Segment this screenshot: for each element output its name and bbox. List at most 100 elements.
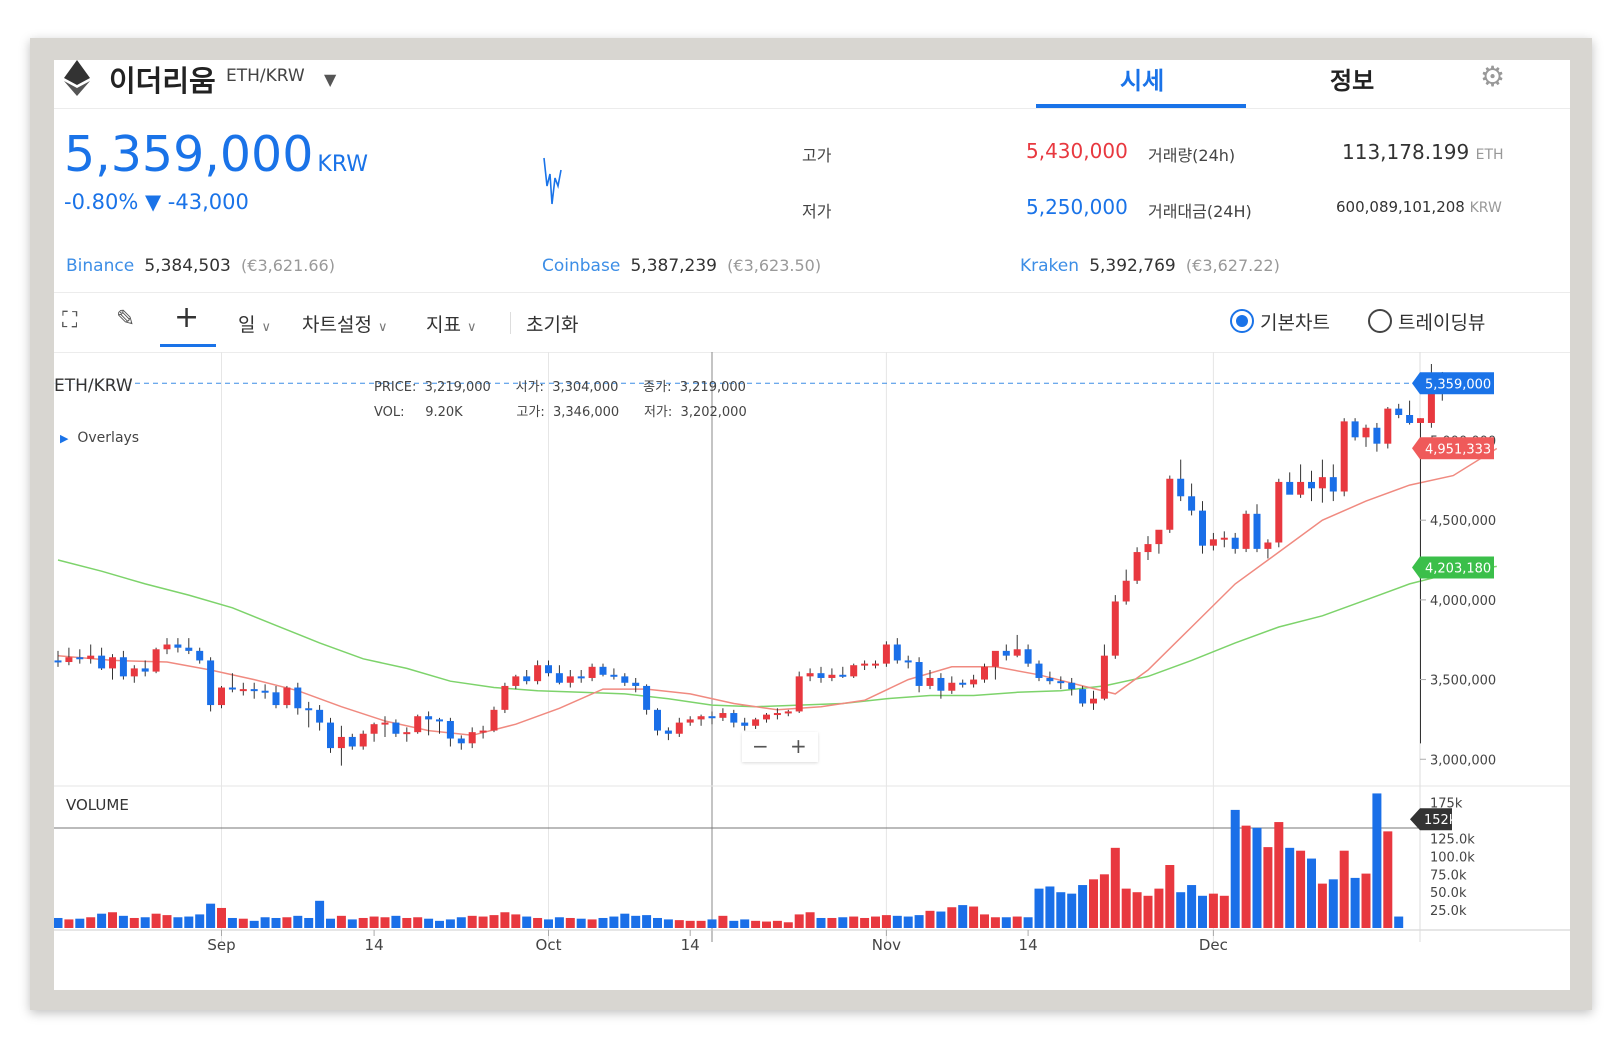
volume-bar: [544, 919, 553, 928]
candle-body: [272, 692, 280, 706]
candle-body: [425, 716, 433, 720]
volume-bar: [118, 915, 128, 928]
volume-bar: [511, 914, 521, 928]
zoom-out-button[interactable]: −: [752, 734, 769, 758]
reset-button[interactable]: 초기화: [526, 310, 578, 337]
candle-body: [1133, 552, 1141, 581]
volume-bar: [1296, 850, 1306, 928]
exchange-binance: Binance 5,384,503 (€3,621.66): [66, 256, 335, 276]
volume-bar: [576, 918, 586, 928]
fullscreen-icon[interactable]: ⛶: [62, 308, 77, 333]
volume-bar: [108, 912, 117, 928]
volume-bar: [1165, 865, 1175, 928]
volume-bar: [173, 917, 183, 928]
candle-body: [959, 682, 967, 685]
volume-bar: [707, 919, 717, 928]
volume-bar: [1350, 877, 1360, 928]
basic-chart-radio[interactable]: 기본차트: [1230, 308, 1330, 335]
volume-tick-label: 25.0k: [1430, 904, 1467, 919]
tradingview-radio[interactable]: 트레이딩뷰: [1368, 308, 1485, 335]
candle-body: [784, 711, 792, 714]
volume-bar: [64, 919, 74, 928]
candle-body: [196, 650, 204, 661]
volume-bar: [86, 917, 96, 928]
candle-body: [327, 722, 334, 749]
crosshair-icon[interactable]: +: [174, 300, 199, 335]
tab-info[interactable]: 정보: [1330, 61, 1374, 96]
volume-bar: [565, 917, 575, 928]
volume-bar: [358, 917, 368, 928]
radio-selected-icon: [1230, 309, 1254, 333]
chevron-down-icon[interactable]: ▼: [324, 70, 336, 89]
candle-body: [872, 663, 879, 666]
candle-body: [555, 673, 563, 683]
volume-bar: [871, 916, 880, 928]
zoom-in-button[interactable]: +: [790, 734, 807, 758]
volume-bar: [336, 915, 346, 928]
candle-body: [926, 677, 934, 686]
volume-bar: [696, 920, 706, 928]
ticker-card: 이더리움 ETH/KRW ▼ 시세 정보 ⚙ 5,359,000 KRW -0.8…: [54, 60, 1570, 990]
candle-body: [370, 724, 378, 734]
x-tick-label: 14: [681, 936, 700, 954]
candle-body: [1417, 418, 1424, 423]
y-tick-label: 4,000,000: [1430, 594, 1496, 609]
crosshair-active-underline: [160, 344, 216, 347]
candle-body: [697, 716, 705, 720]
header-divider: [54, 108, 1570, 109]
volume-badge-label: 152k: [1424, 813, 1457, 828]
candle-body: [675, 722, 683, 734]
volume-bar: [1285, 847, 1295, 928]
candle-body: [719, 713, 727, 718]
indicators-menu[interactable]: 지표 ∨: [426, 310, 477, 337]
candle-body: [1275, 481, 1283, 543]
volume-bar: [238, 918, 248, 928]
candle-body: [839, 674, 847, 677]
candle-body: [752, 719, 760, 726]
candle-body: [1199, 510, 1206, 546]
candle-body: [806, 673, 814, 677]
volume-bar: [980, 914, 989, 928]
volume-title: VOLUME: [66, 796, 129, 814]
volume-bar: [271, 917, 281, 928]
volume-bar: [500, 912, 510, 928]
volume-bar: [391, 915, 401, 928]
candle-body: [1340, 421, 1348, 492]
candle-body: [152, 649, 160, 672]
chart-settings-menu[interactable]: 차트설정 ∨: [302, 310, 387, 337]
candle-body: [316, 709, 324, 723]
candle-body: [1144, 544, 1152, 553]
volume-bar: [260, 917, 270, 928]
volume-bar: [631, 915, 641, 928]
interval-select[interactable]: 일 ∨: [238, 310, 271, 337]
volume-bar: [653, 917, 662, 928]
volume-bar: [54, 917, 63, 928]
candle-body: [512, 676, 520, 686]
volume-bar: [598, 917, 608, 928]
volume-bar: [1132, 892, 1142, 928]
price-chart[interactable]: 3,000,0003,500,0004,000,0004,500,0005,00…: [54, 352, 1570, 990]
candle-body: [119, 657, 127, 677]
candle-body: [174, 644, 182, 648]
volume-bar: [1361, 873, 1371, 928]
volume-bar: [751, 920, 761, 928]
volume-bar: [685, 920, 695, 928]
candle-body: [1264, 542, 1272, 549]
candle-body: [403, 732, 411, 735]
tab-price[interactable]: 시세: [1120, 61, 1164, 96]
volume-bar: [1252, 827, 1262, 928]
volume-bar: [718, 915, 728, 928]
candle-body: [893, 644, 901, 661]
candle-body: [1155, 529, 1163, 545]
gear-icon[interactable]: ⚙: [1480, 60, 1505, 93]
candle-body: [392, 722, 400, 734]
pencil-icon[interactable]: ✎: [116, 306, 135, 332]
overlays-toggle[interactable]: ▶ Overlays: [60, 430, 139, 446]
volume-bar: [1198, 895, 1207, 928]
legend-ohlc-row2: VOL: 9.20K 고가: 3,346,000 저가: 3,202,000: [374, 405, 747, 420]
candle-body: [207, 660, 215, 706]
value-24h-label: 거래대금(24H): [1148, 202, 1252, 221]
candle-body: [577, 676, 585, 679]
candle-body: [850, 665, 858, 677]
candle-body: [904, 660, 912, 663]
